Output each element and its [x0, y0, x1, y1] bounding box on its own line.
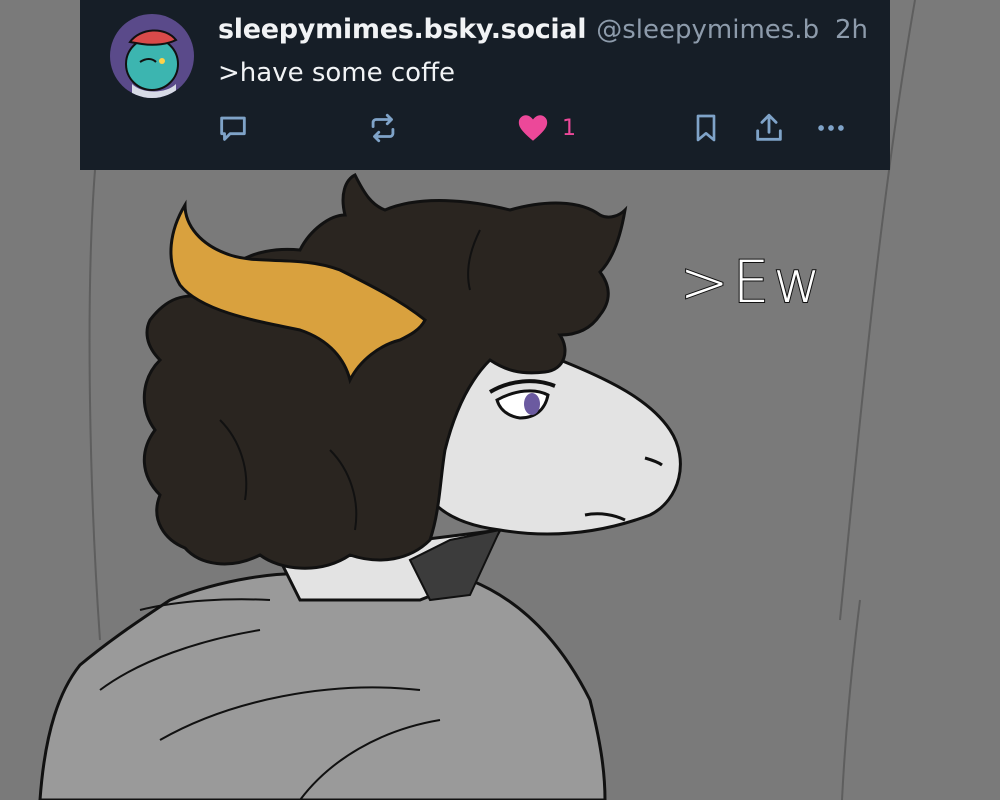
share-icon [756, 113, 782, 141]
eye-iris [524, 393, 540, 415]
share-button[interactable] [752, 108, 786, 148]
post-card[interactable]: sleepymimes.bsky.social @sleepymimes.b..… [80, 0, 890, 170]
more-options-button[interactable] [814, 108, 848, 148]
heart-icon [518, 115, 548, 141]
post-text: >have some coffe [218, 58, 455, 88]
speech-bubble-icon [220, 116, 246, 141]
bookmark-icon [696, 114, 716, 142]
artwork-scene: >Ew sleepymimes.bsky.social @sleepymimes… [0, 0, 1000, 800]
like-count: 1 [562, 115, 576, 141]
repost-arrows-icon [371, 113, 395, 143]
user-handle[interactable]: @sleepymimes.b... [596, 15, 819, 45]
avatar-image [110, 14, 194, 98]
display-name[interactable]: sleepymimes.bsky.social [218, 14, 587, 45]
bookmark-button[interactable] [690, 108, 722, 148]
ellipsis-icon [818, 125, 844, 131]
like-button[interactable]: 1 [516, 108, 576, 148]
repost-button[interactable] [366, 108, 400, 148]
speech-text: >Ew [679, 247, 825, 317]
post-header: sleepymimes.bsky.social @sleepymimes.b..… [218, 14, 868, 50]
post-timestamp[interactable]: 2h [835, 15, 868, 45]
avatar[interactable] [110, 14, 194, 98]
reply-button[interactable] [216, 108, 250, 148]
